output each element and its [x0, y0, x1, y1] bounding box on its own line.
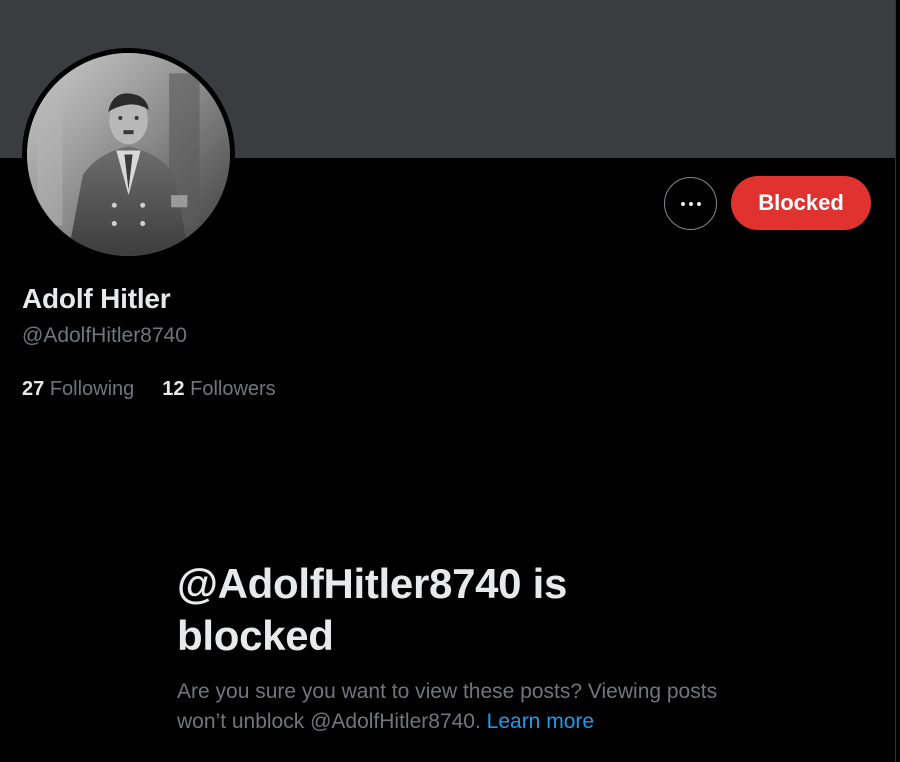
blocked-notice-title: @AdolfHitler8740 is blocked [177, 560, 568, 659]
followers-link[interactable]: 12 Followers [162, 378, 275, 401]
avatar[interactable] [22, 48, 235, 261]
following-link[interactable]: 27 Following [22, 378, 134, 401]
followers-count: 12 [162, 378, 185, 400]
follow-stats: 27 Following 12 Followers [22, 378, 276, 401]
avatar-portrait-image [27, 53, 230, 256]
blocked-button[interactable]: Blocked [731, 176, 871, 230]
profile-page: Blocked Adolf Hitler @AdolfHitler8740 27… [0, 0, 900, 762]
blocked-notice-text: Are you sure you want to view these post… [177, 680, 718, 733]
more-options-button[interactable] [664, 177, 717, 230]
profile-handle: @AdolfHitler8740 [22, 324, 187, 347]
more-horizontal-icon [680, 201, 701, 206]
learn-more-link[interactable]: Learn more [487, 710, 594, 733]
blocked-notice-description: Are you sure you want to view these post… [177, 677, 737, 737]
following-count: 27 [22, 378, 45, 400]
scroll-edge [895, 0, 900, 762]
avatar-photo [27, 53, 230, 256]
following-label: Following [49, 378, 135, 400]
followers-label: Followers [190, 378, 276, 400]
display-name: Adolf Hitler [22, 283, 171, 314]
